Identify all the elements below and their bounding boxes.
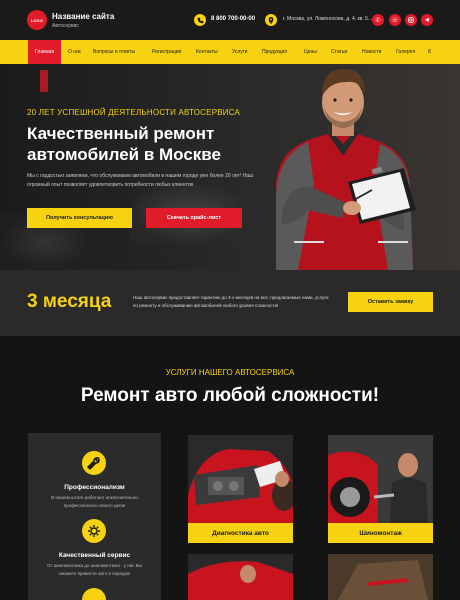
address-text: г. Москва, ул. Ломоносова, д. 4, кв. 5..…: [283, 16, 373, 22]
telegram-icon[interactable]: [421, 14, 433, 26]
top-bar: LOGO Название сайта Автосервис 8 800 700…: [0, 0, 460, 40]
logo-text: LOGO: [31, 17, 43, 23]
hero-background-light: [40, 70, 48, 92]
service-card-diagnostics[interactable]: Диагностика авто: [188, 435, 293, 543]
phone-icon: [194, 14, 206, 26]
logo[interactable]: LOGO: [27, 10, 47, 30]
instagram-icon[interactable]: [405, 14, 417, 26]
mechanic-image: [276, 68, 416, 270]
location-pin-icon: [265, 14, 277, 26]
gear-icon: [82, 519, 106, 543]
service-card-label: Диагностика авто: [188, 523, 293, 543]
viber-icon[interactable]: ☏: [389, 14, 401, 26]
nav-item-services[interactable]: Услуги: [232, 40, 247, 64]
whatsapp-icon[interactable]: ✆: [372, 14, 384, 26]
advantage-title: Профессионализм: [64, 484, 125, 491]
service-card-tire-fitting[interactable]: Шиномонтаж: [328, 435, 433, 543]
nav-item-register[interactable]: Регистрация: [152, 40, 181, 64]
hero-title-line: Качественный ремонт: [27, 124, 215, 143]
nav-item-more[interactable]: 8: [428, 40, 431, 64]
main-nav: Главная О нас Вопросы и ответы Регистрац…: [0, 40, 460, 64]
advantage-title: Качественный сервис: [58, 552, 131, 559]
nav-item-news[interactable]: Новости: [362, 40, 381, 64]
service-card-image[interactable]: [328, 554, 433, 600]
hero-title: Качественный ремонт автомобилей в Москве: [27, 123, 221, 165]
site-subtitle: Автосервис: [52, 23, 79, 29]
guarantee-text: Наш автосервис предоставляет гарантию до…: [133, 295, 329, 308]
nav-item-contacts[interactable]: Контакты: [196, 40, 218, 64]
hero-tagline: 20 ЛЕТ УСПЕШНОЙ ДЕЯТЕЛЬНОСТИ АВТОСЕРВИСА: [27, 108, 241, 117]
leave-request-button[interactable]: Оставить заявку: [348, 292, 433, 312]
download-price-button[interactable]: Скачать прайс-лист: [146, 208, 242, 228]
get-consultation-button[interactable]: Получить консультацию: [27, 208, 132, 228]
guarantee-term: 3 месяца: [27, 291, 112, 312]
service-card-label: Шиномонтаж: [328, 523, 433, 543]
nav-item-prices[interactable]: Цены: [304, 40, 317, 64]
site-name[interactable]: Название сайта: [52, 12, 114, 21]
nav-item-articles[interactable]: Статьи: [331, 40, 347, 64]
nav-item-about[interactable]: О нас: [68, 40, 81, 64]
nav-item-faq[interactable]: Вопросы и ответы: [93, 40, 135, 64]
engine-diagnostics-image: [188, 435, 293, 523]
hero-title-line: автомобилей в Москве: [27, 145, 221, 164]
nav-item-gallery[interactable]: Галерея: [396, 40, 415, 64]
wrench-icon: [82, 451, 106, 475]
phone-number[interactable]: 8 800 700-00-00: [211, 16, 255, 22]
tire-fitting-image: [328, 435, 433, 523]
advantage-text: От шиномонтажа до шиномонтажа - у нас Вы…: [46, 563, 143, 576]
advantage-text: В нашем штате работают исключительно про…: [51, 495, 138, 508]
services-title: Ремонт авто любой сложности!: [80, 385, 380, 406]
hero-text: Мы с гордостью заявляем, что обслуживаем…: [27, 173, 254, 188]
nav-item-home[interactable]: Главная: [28, 40, 62, 64]
services-tagline: УСЛУГИ НАШЕГО АВТОСЕРВИСА: [165, 368, 295, 377]
service-card-image[interactable]: [188, 554, 293, 600]
nav-item-products[interactable]: Продукция: [262, 40, 287, 64]
